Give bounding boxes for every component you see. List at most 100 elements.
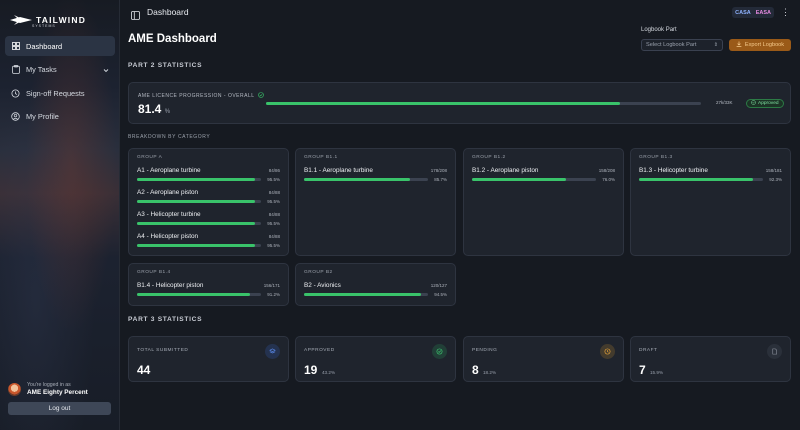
document-icon bbox=[767, 344, 782, 359]
category-progress-bar bbox=[304, 178, 428, 181]
category-name: B1.4 - Helicopter piston bbox=[137, 282, 204, 289]
category-progress-fill bbox=[472, 178, 567, 181]
check-circle-icon bbox=[751, 100, 756, 107]
status-label: Approved bbox=[758, 101, 779, 106]
category-percent: 95.5% bbox=[267, 221, 280, 226]
category-name: A3 - Helicopter turbine bbox=[137, 211, 201, 218]
layers-icon bbox=[265, 344, 280, 359]
overall-count: 27k/33K bbox=[716, 100, 733, 105]
category-percent: 95.5% bbox=[267, 199, 280, 204]
category-progress-fill bbox=[304, 293, 422, 296]
category-percent: 85.7% bbox=[434, 177, 447, 182]
category-percent: 92.3% bbox=[769, 177, 782, 182]
logbook-part-select[interactable]: Select Logbook Part ⇕ bbox=[641, 39, 723, 51]
category-count: 84/88 bbox=[268, 212, 280, 217]
sidebar-item-sign-off-requests[interactable]: Sign-off Requests bbox=[5, 83, 115, 103]
logout-button[interactable]: Log out bbox=[8, 402, 111, 415]
category-percent: 91.2% bbox=[267, 292, 280, 297]
category-progress-fill bbox=[304, 178, 411, 181]
sidebar-toggle-icon[interactable] bbox=[131, 7, 140, 25]
easa-label: EASA bbox=[755, 9, 771, 16]
brand-sub: SYSTEMS bbox=[32, 24, 56, 28]
topbar: Dashboard CASA EASA ⋮ bbox=[121, 0, 800, 24]
logbook-part-placeholder: Select Logbook Part bbox=[646, 42, 697, 48]
sidebar-item-my-tasks[interactable]: My Tasks bbox=[5, 60, 115, 80]
group-title: GROUP B1.2 bbox=[472, 155, 506, 160]
category-name: B1.2 - Aeroplane piston bbox=[472, 167, 539, 174]
clock-icon bbox=[600, 344, 615, 359]
category-group-card: GROUP B2 B2 - Avionics 120/127 94.5% bbox=[295, 263, 456, 306]
chevron-down-icon[interactable] bbox=[103, 66, 109, 75]
overall-value-unit: % bbox=[164, 109, 171, 115]
group-title: GROUP B1.4 bbox=[137, 270, 171, 275]
stat-card: APPROVED 19 43.2% bbox=[295, 336, 456, 382]
category-progress-bar bbox=[137, 200, 261, 203]
status-badge: Approved bbox=[746, 99, 784, 108]
check-circle-icon bbox=[432, 344, 447, 359]
category-item: B1.2 - Aeroplane piston 158/208 76.0% bbox=[472, 167, 615, 182]
sidebar-item-dashboard[interactable]: Dashboard bbox=[5, 36, 115, 56]
stat-card: PENDING 8 18.2% bbox=[463, 336, 624, 382]
stat-value: 44 bbox=[137, 363, 151, 377]
category-count: 178/208 bbox=[430, 168, 447, 173]
category-item: B2 - Avionics 120/127 94.5% bbox=[304, 282, 447, 297]
category-item: A2 - Aeroplane piston 84/88 95.5% bbox=[137, 189, 280, 204]
category-name: B2 - Avionics bbox=[304, 282, 341, 289]
category-progress-bar bbox=[304, 293, 428, 296]
app-root: TAILWIND SYSTEMS Dashboard My Tasks Sign… bbox=[0, 0, 800, 430]
overall-value: 81.4 % bbox=[138, 102, 170, 116]
category-group-card: GROUP B1.4 B1.4 - Helicopter piston 156/… bbox=[128, 263, 289, 306]
sidebar: TAILWIND SYSTEMS Dashboard My Tasks Sign… bbox=[0, 0, 120, 430]
stat-percent: 15.9% bbox=[650, 370, 664, 375]
stat-label: APPROVED bbox=[304, 348, 335, 353]
category-group-card: GROUP B1.3 B1.3 - Helicopter turbine 158… bbox=[630, 148, 791, 256]
stat-percent: 18.2% bbox=[483, 370, 497, 375]
info-icon[interactable] bbox=[257, 92, 264, 100]
category-progress-fill bbox=[137, 293, 251, 296]
category-progress-fill bbox=[137, 178, 256, 181]
category-count: 84/86 bbox=[268, 168, 280, 173]
sidebar-nav: Dashboard My Tasks Sign-off Requests My … bbox=[5, 36, 115, 130]
logbook-part-label: Logbook Part bbox=[641, 27, 677, 33]
stat-value: 7 bbox=[639, 363, 646, 377]
download-icon bbox=[736, 41, 742, 49]
category-progress-bar bbox=[639, 178, 763, 181]
sidebar-item-label: Sign-off Requests bbox=[26, 88, 85, 98]
category-percent: 76.0% bbox=[602, 177, 615, 182]
overall-progress-card: AME LICENCE PROGRESSION - OVERALL 81.4 %… bbox=[128, 82, 791, 124]
page-title: AME Dashboard bbox=[128, 33, 217, 45]
stat-value: 19 bbox=[304, 363, 318, 377]
category-progress-bar bbox=[137, 222, 261, 225]
sidebar-item-my-profile[interactable]: My Profile bbox=[5, 107, 115, 127]
stat-card: DRAFT 7 15.9% bbox=[630, 336, 791, 382]
breakdown-heading: BREAKDOWN BY CATEGORY bbox=[128, 134, 211, 140]
category-progress-fill bbox=[137, 200, 256, 203]
group-title: GROUP A bbox=[137, 155, 163, 160]
group-title: GROUP B1.3 bbox=[639, 155, 673, 160]
category-group-card: GROUP B1.1 B1.1 - Aeroplane turbine 178/… bbox=[295, 148, 456, 256]
more-menu-icon[interactable]: ⋮ bbox=[781, 7, 790, 18]
overall-value-number: 81.4 bbox=[138, 102, 162, 116]
overall-label-text: AME LICENCE PROGRESSION - OVERALL bbox=[138, 93, 255, 99]
category-count: 158/181 bbox=[765, 168, 782, 173]
sidebar-item-label: Dashboard bbox=[26, 41, 63, 51]
category-item: B1.4 - Helicopter piston 156/171 91.2% bbox=[137, 282, 280, 297]
category-group-card: GROUP B1.2 B1.2 - Aeroplane piston 158/2… bbox=[463, 148, 624, 256]
regulator-badge[interactable]: CASA EASA bbox=[732, 7, 774, 18]
category-group-card: GROUP A A1 - Aeroplane turbine 84/86 95.… bbox=[128, 148, 289, 256]
page-breadcrumb: Dashboard bbox=[147, 7, 189, 17]
select-arrows-icon: ⇕ bbox=[713, 42, 718, 48]
sidebar-item-label: My Tasks bbox=[26, 65, 57, 74]
stat-value: 8 bbox=[472, 363, 479, 377]
category-name: B1.1 - Aeroplane turbine bbox=[304, 167, 373, 174]
stat-label: PENDING bbox=[472, 348, 498, 353]
category-count: 84/88 bbox=[268, 190, 280, 195]
category-percent: 94.5% bbox=[434, 292, 447, 297]
user-info: You're logged in as AME Eighty Percent bbox=[8, 382, 88, 396]
history-icon bbox=[11, 89, 20, 98]
user-name: AME Eighty Percent bbox=[27, 389, 88, 396]
category-progress-fill bbox=[137, 222, 256, 225]
category-progress-fill bbox=[639, 178, 754, 181]
stat-label: DRAFT bbox=[639, 348, 658, 353]
export-logbook-button[interactable]: Export Logbook bbox=[729, 39, 791, 51]
